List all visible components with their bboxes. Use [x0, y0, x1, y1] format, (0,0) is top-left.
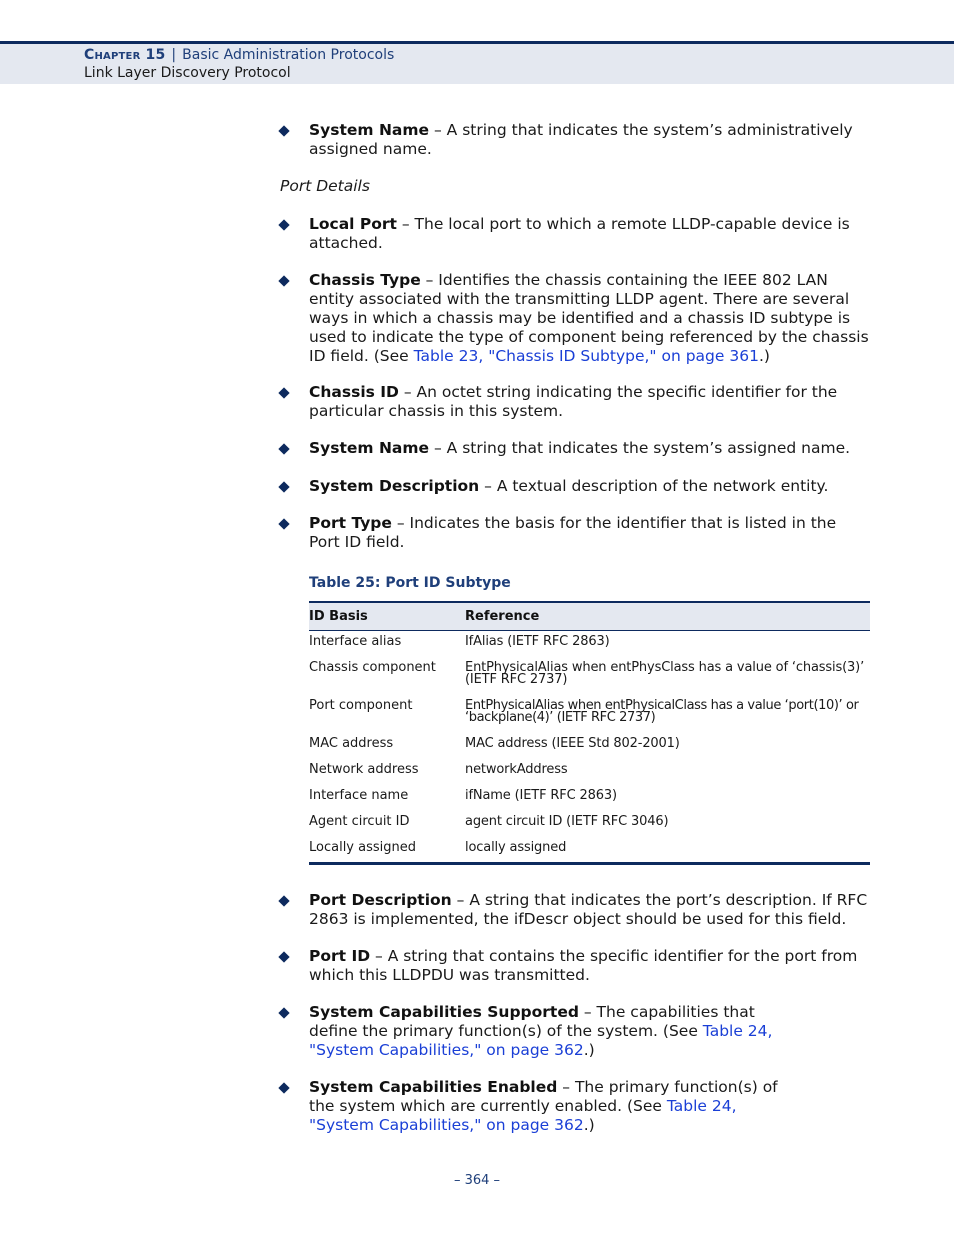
column-header-id-basis: ID Basis [309, 609, 368, 624]
column-header-reference: Reference [465, 609, 540, 624]
cell-reference: networkAddress [465, 762, 568, 777]
cell-id-basis: MAC address [309, 736, 394, 751]
bullet-port-type: Port Type – Indicates the basis for the … [278, 514, 870, 552]
bullet-term: Port Type [309, 514, 392, 532]
cell-reference: IfAlias (IETF RFC 2863) [465, 634, 610, 649]
diamond-bullet-icon [278, 275, 290, 287]
bullet-local-port: Local Port – The local port to which a r… [278, 215, 870, 253]
chapter-label: Chapter 15 [84, 47, 166, 63]
cell-id-basis: Network address [309, 762, 419, 777]
port-id-subtype-table: ID Basis Reference Interface alias IfAli… [309, 601, 870, 865]
diamond-bullet-icon [278, 219, 290, 231]
bullet-term: Chassis Type [309, 271, 421, 289]
table-row: Port component EntPhysicalAlias when ent… [309, 694, 870, 732]
chapter-line: Chapter 15 | Basic Administration Protocol… [84, 47, 394, 63]
table-row: Agent circuit ID agent circuit ID (IETF … [309, 810, 870, 836]
subheading-port-details: Port Details [280, 177, 370, 195]
cell-id-basis: Interface name [309, 788, 409, 803]
cell-id-basis: Chassis component [309, 660, 436, 675]
bullet-system-name: System Name – A string that indicates th… [278, 439, 870, 458]
diamond-bullet-icon [278, 443, 290, 455]
diamond-bullet-icon [278, 125, 290, 137]
chapter-title: Basic Administration Protocols [182, 47, 395, 63]
cell-id-basis: Locally assigned [309, 840, 416, 855]
bullet-chassis-type: Chassis Type – Identifies the chassis co… [278, 271, 870, 366]
bullet-desc-end: .) [583, 1116, 595, 1134]
bullet-port-id: Port ID – A string that contains the spe… [278, 947, 870, 985]
bullet-term: System Description [309, 477, 480, 495]
diamond-bullet-icon [278, 951, 290, 963]
diamond-bullet-icon [278, 895, 290, 907]
bullet-desc: – A string that contains the specific id… [309, 947, 858, 984]
table-row: Locally assigned locally assigned [309, 836, 870, 862]
bullet-term: Local Port [309, 215, 397, 233]
cell-reference: ifName (IETF RFC 2863) [465, 788, 617, 803]
bullet-desc: – A string that indicates the system’s a… [429, 439, 851, 457]
diamond-bullet-icon [278, 481, 290, 493]
bullet-term: System Capabilities Supported [309, 1003, 579, 1021]
cell-reference: MAC address (IEEE Std 802-2001) [465, 736, 680, 751]
table-row: Interface alias IfAlias (IETF RFC 2863) [309, 631, 870, 656]
table-row: Interface name ifName (IETF RFC 2863) [309, 784, 870, 810]
table-row: Chassis component EntPhysicalAlias when … [309, 656, 870, 694]
diamond-bullet-icon [278, 518, 290, 530]
bullet-term: Port ID [309, 947, 371, 965]
page-number: – 364 – [453, 1173, 501, 1188]
table-row: Network address networkAddress [309, 758, 870, 784]
table-caption: Table 25: Port ID Subtype [309, 575, 511, 591]
diamond-bullet-icon [278, 1007, 290, 1019]
diamond-bullet-icon [278, 1082, 290, 1094]
bullet-term: Chassis ID [309, 383, 399, 401]
bullet-chassis-id: Chassis ID – An octet string indicating … [278, 383, 870, 421]
bullet-system-description: System Description – A textual descripti… [278, 477, 870, 496]
running-header: Chapter 15 | Basic Administration Protocol… [0, 41, 954, 84]
bullet-desc-end: .) [583, 1041, 595, 1059]
bullet-desc-end: .) [758, 347, 770, 365]
cell-id-basis: Port component [309, 698, 413, 713]
cell-reference: EntPhysicalAlias when entPhysClass has a… [465, 660, 865, 687]
header-separator: | [171, 47, 177, 63]
cell-reference: EntPhysicalAlias when entPhysicalClass h… [465, 698, 859, 725]
bullet-term: System Name [309, 121, 430, 139]
table-header-row: ID Basis Reference [309, 603, 870, 631]
cell-reference: locally assigned [465, 840, 567, 855]
bullet-system-name-admin: System Name – A string that indicates th… [278, 121, 870, 159]
bullet-term: Port Description [309, 891, 452, 909]
bullet-term: System Capabilities Enabled [309, 1078, 558, 1096]
xref-link-table-23[interactable]: Table 23, "Chassis ID Subtype," on page … [414, 347, 759, 365]
bullet-desc: – A textual description of the network e… [479, 477, 829, 495]
bullet-port-description: Port Description – A string that indicat… [278, 891, 870, 929]
bullet-system-capabilities-enabled: System Capabilities Enabled – The primar… [278, 1078, 870, 1135]
table-row: MAC address MAC address (IEEE Std 802-20… [309, 732, 870, 758]
diamond-bullet-icon [278, 387, 290, 399]
section-title: Link Layer Discovery Protocol [84, 65, 291, 81]
bullet-system-capabilities-supported: System Capabilities Supported – The capa… [278, 1003, 870, 1060]
cell-id-basis: Interface alias [309, 634, 402, 649]
bullet-term: System Name [309, 439, 430, 457]
cell-id-basis: Agent circuit ID [309, 814, 410, 829]
cell-reference: agent circuit ID (IETF RFC 3046) [465, 814, 669, 829]
